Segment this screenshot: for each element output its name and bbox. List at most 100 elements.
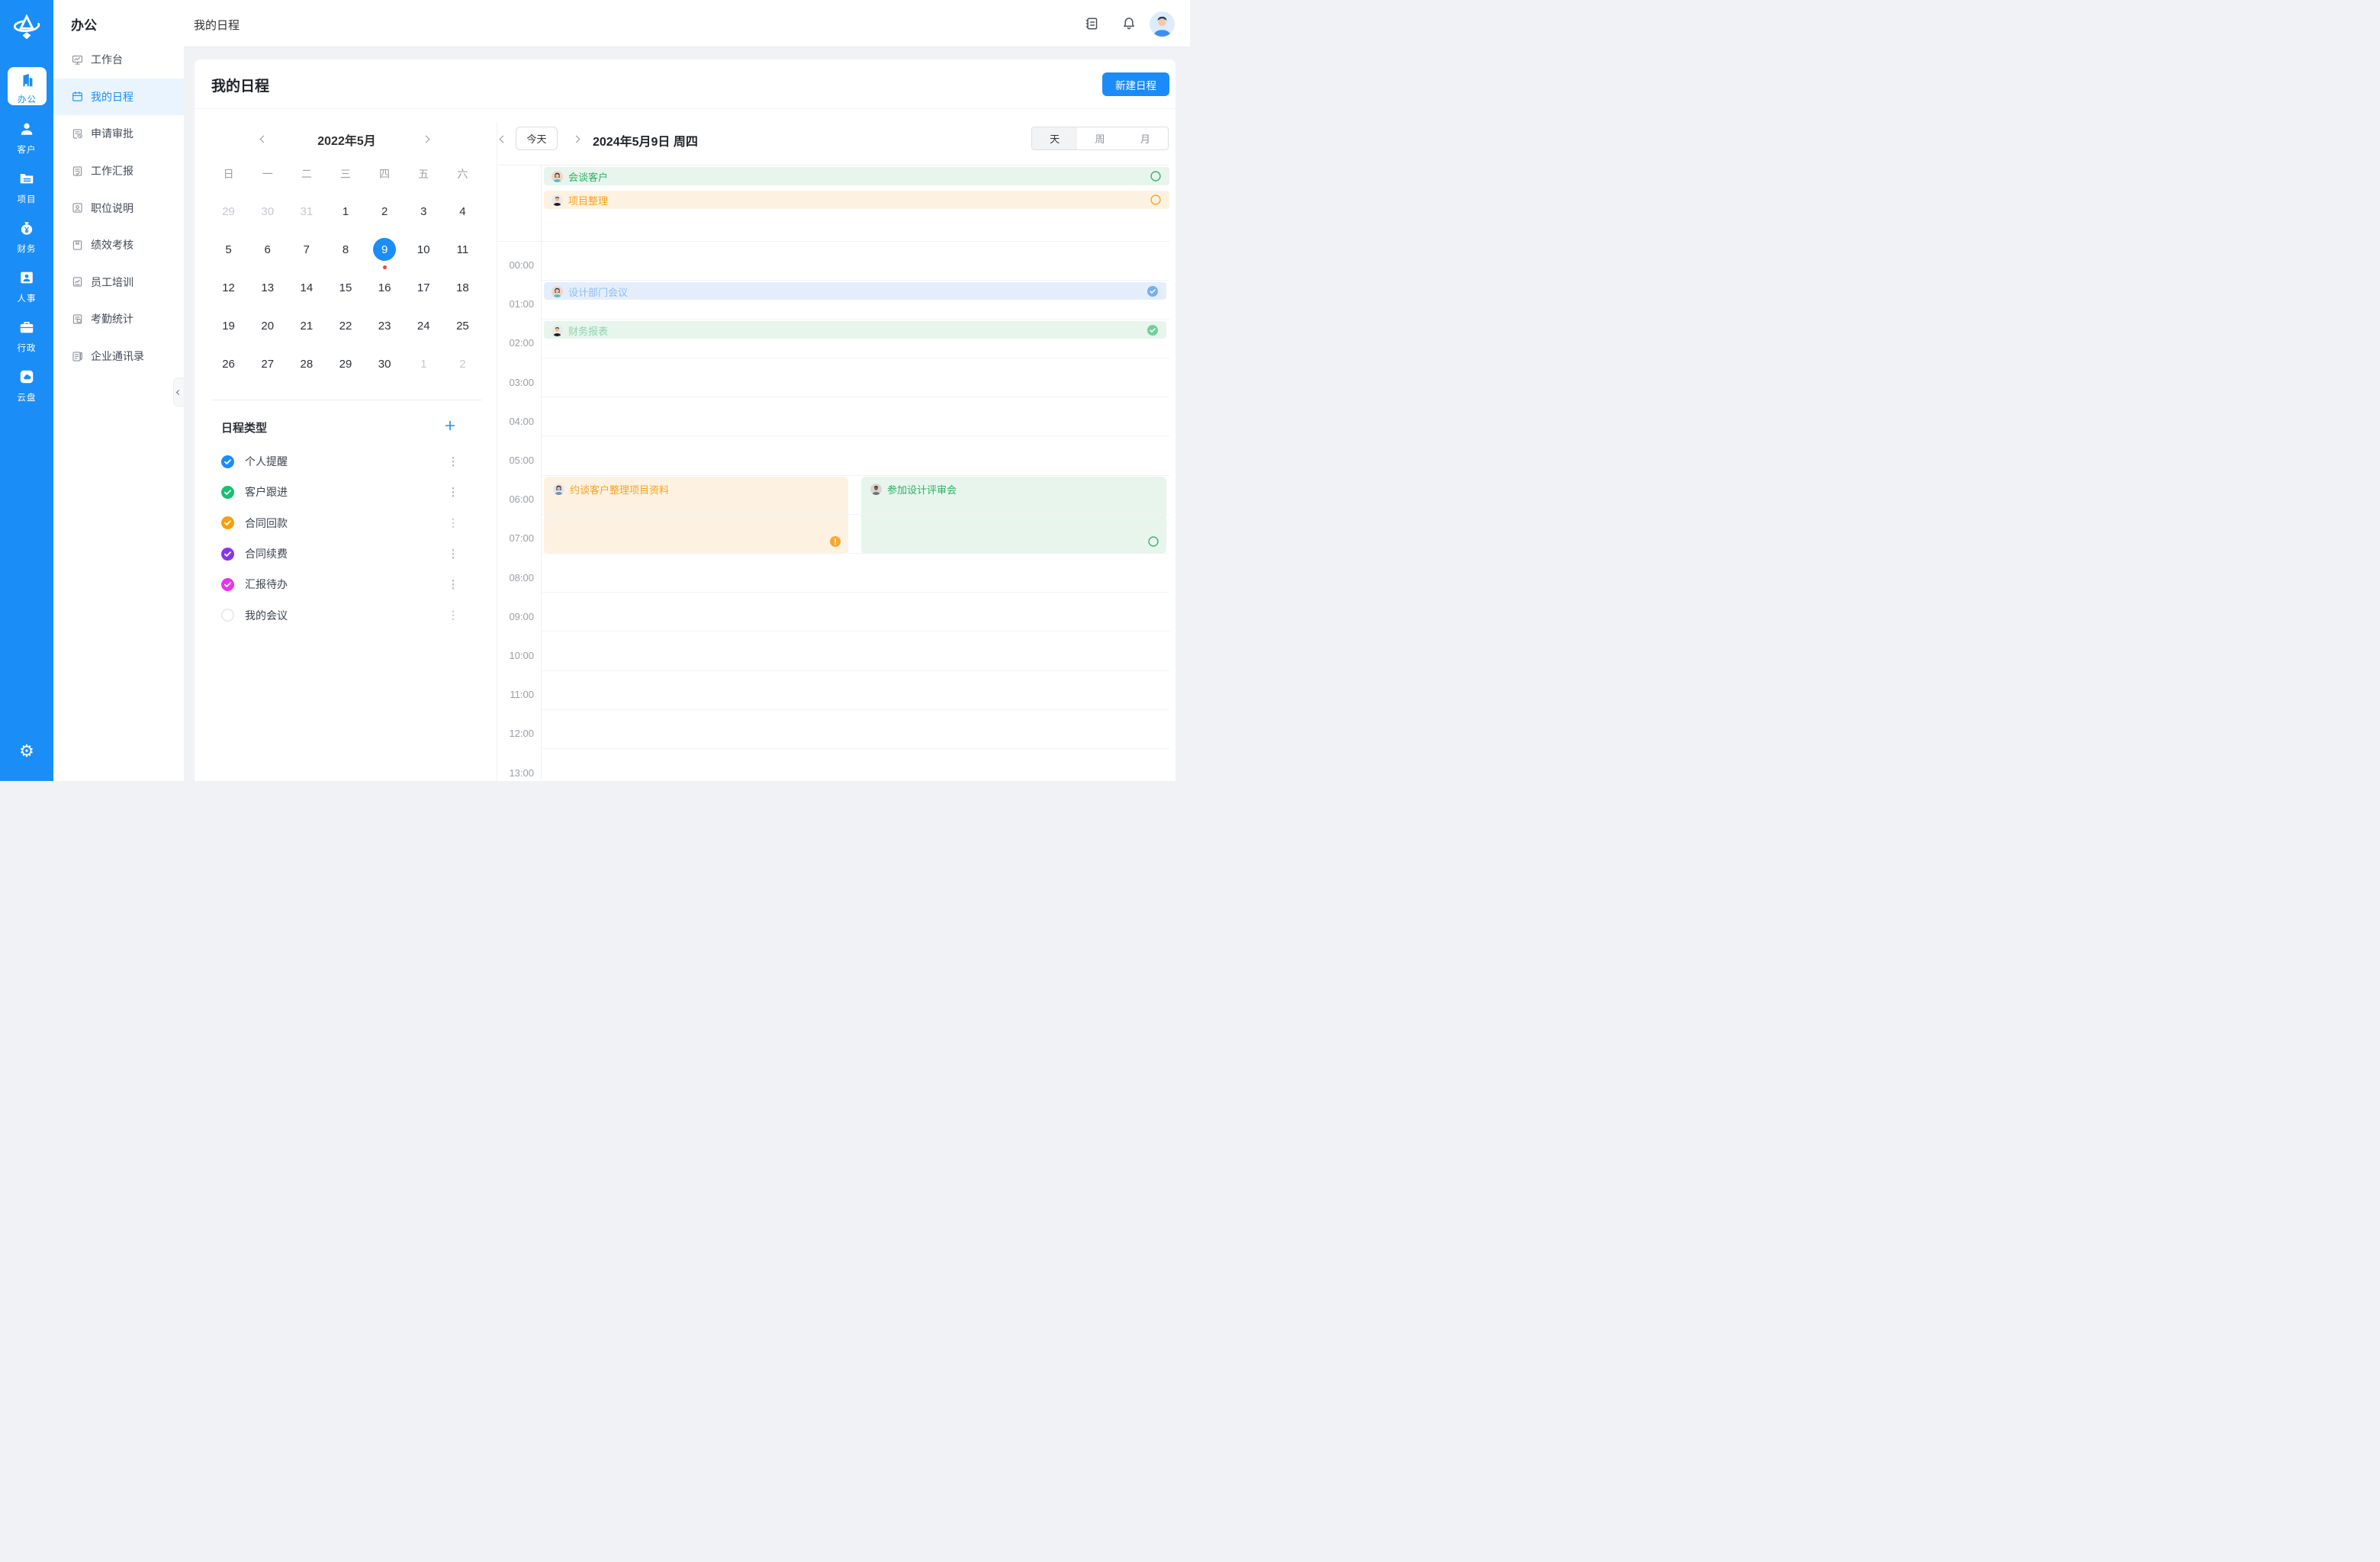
- hour-gridline: [542, 709, 1169, 710]
- allday-event[interactable]: 会谈客户: [544, 167, 1169, 185]
- today-button[interactable]: 今天: [516, 127, 558, 150]
- view-tab-周[interactable]: 周: [1077, 127, 1122, 149]
- notification-bell-icon[interactable]: [1121, 16, 1137, 31]
- sidebar-item-企业通讯录[interactable]: 企业通讯录: [53, 338, 184, 375]
- calendar-day[interactable]: 4: [443, 192, 482, 230]
- calendar-day[interactable]: 16: [365, 268, 404, 307]
- calendar-day[interactable]: 30: [365, 345, 404, 383]
- hour-gridline: [542, 319, 1169, 320]
- calendar-day[interactable]: 3: [404, 192, 443, 230]
- page-title: 我的日程: [211, 75, 269, 95]
- calendar-day[interactable]: 1: [404, 345, 443, 383]
- next-day-button[interactable]: [570, 133, 582, 145]
- timed-event[interactable]: 约谈客户整理项目资料: [544, 477, 848, 554]
- calendar-icon: [71, 90, 84, 103]
- sidebar-item-职位说明[interactable]: 职位说明: [53, 189, 184, 227]
- settings-gear-icon[interactable]: ⚙: [0, 741, 53, 761]
- attendance-icon: [71, 313, 84, 326]
- calendar-day[interactable]: 14: [287, 268, 326, 307]
- calendar-day[interactable]: 17: [404, 268, 443, 307]
- calendar-day[interactable]: 11: [443, 230, 482, 268]
- event-status-icon[interactable]: [830, 536, 841, 547]
- event-status-icon[interactable]: [1150, 194, 1161, 205]
- weekday-label: 六: [443, 166, 482, 182]
- type-checkbox[interactable]: [221, 548, 234, 561]
- type-menu-icon[interactable]: [450, 547, 457, 561]
- calendar-day[interactable]: 7: [287, 230, 326, 268]
- hour-label: 01:00: [497, 298, 534, 310]
- prev-day-button[interactable]: [497, 133, 509, 145]
- calendar-day[interactable]: 12: [209, 268, 248, 307]
- type-menu-icon[interactable]: [450, 485, 457, 500]
- type-checkbox[interactable]: [221, 455, 234, 468]
- schedule-list-icon[interactable]: [1084, 16, 1099, 31]
- calendar-day[interactable]: 20: [248, 307, 287, 345]
- new-event-button[interactable]: 新建日程: [1102, 72, 1169, 96]
- type-menu-icon[interactable]: [450, 516, 457, 530]
- calendar-day[interactable]: 23: [365, 307, 404, 345]
- type-checkbox[interactable]: [221, 609, 234, 622]
- calendar-day-selected[interactable]: 9: [365, 230, 404, 268]
- add-type-button[interactable]: [444, 419, 456, 432]
- event-status-icon[interactable]: [1150, 171, 1161, 182]
- avatar: [552, 194, 563, 206]
- calendar-day[interactable]: 26: [209, 345, 248, 383]
- calendar-day[interactable]: 22: [326, 307, 365, 345]
- calendar-day[interactable]: 6: [248, 230, 287, 268]
- calendar-day[interactable]: 29: [326, 345, 365, 383]
- sidebar-item-申请审批[interactable]: 申请审批: [53, 115, 184, 153]
- calendar-day[interactable]: 25: [443, 307, 482, 345]
- sidebar-item-考勤统计[interactable]: 考勤统计: [53, 301, 184, 338]
- sidebar-item-员工培训[interactable]: 员工培训: [53, 264, 184, 301]
- rail-item-云盘[interactable]: 云盘: [0, 368, 53, 403]
- sidebar-item-绩效考核[interactable]: 绩效考核: [53, 227, 184, 264]
- type-menu-icon[interactable]: [450, 608, 457, 622]
- calendar-day[interactable]: 29: [209, 192, 248, 230]
- rail-item-行政[interactable]: 行政: [0, 319, 53, 354]
- type-checkbox[interactable]: [221, 516, 234, 529]
- view-tab-月[interactable]: 月: [1123, 127, 1168, 149]
- calendar-day[interactable]: 28: [287, 345, 326, 383]
- type-menu-icon[interactable]: [450, 577, 457, 592]
- calendar-day[interactable]: 2: [365, 192, 404, 230]
- calendar-day[interactable]: 27: [248, 345, 287, 383]
- type-checkbox[interactable]: [221, 486, 234, 499]
- type-menu-icon[interactable]: [450, 455, 457, 469]
- rail-item-客户[interactable]: 客户: [0, 121, 53, 156]
- allday-event[interactable]: 项目整理: [544, 191, 1169, 209]
- calendar-day[interactable]: 18: [443, 268, 482, 307]
- calendar-day[interactable]: 30: [248, 192, 287, 230]
- calendar-day[interactable]: 15: [326, 268, 365, 307]
- timed-event[interactable]: 设计部门会议: [544, 282, 1166, 300]
- calendar-day[interactable]: 13: [248, 268, 287, 307]
- calendar-day[interactable]: 21: [287, 307, 326, 345]
- sidebar-item-工作台[interactable]: 工作台: [53, 41, 184, 79]
- calendar-day[interactable]: 31: [287, 192, 326, 230]
- rail-item-项目[interactable]: 项目: [0, 170, 53, 205]
- sidebar-item-我的日程[interactable]: 我的日程: [53, 79, 184, 116]
- timed-event[interactable]: 财务报表: [544, 321, 1166, 339]
- event-status-icon[interactable]: [1147, 286, 1158, 297]
- calendar-day[interactable]: 8: [326, 230, 365, 268]
- sidebar-collapse-button[interactable]: [173, 378, 184, 407]
- rail-item-财务[interactable]: 财务: [0, 220, 53, 255]
- hour-gridline: [542, 553, 1169, 554]
- approval-icon: [71, 127, 84, 140]
- sidebar-item-工作汇报[interactable]: 工作汇报: [53, 153, 184, 190]
- user-avatar[interactable]: [1150, 11, 1175, 37]
- type-checkbox[interactable]: [221, 578, 234, 591]
- calendar-day[interactable]: 5: [209, 230, 248, 268]
- calendar-day[interactable]: 24: [404, 307, 443, 345]
- event-status-icon[interactable]: [1147, 325, 1158, 336]
- weekday-label: 五: [404, 166, 443, 182]
- event-status-icon[interactable]: [1148, 536, 1159, 547]
- view-tab-天[interactable]: 天: [1032, 127, 1077, 149]
- rail-item-人事[interactable]: 人事: [0, 269, 53, 304]
- calendar-day[interactable]: 19: [209, 307, 248, 345]
- calendar-day[interactable]: 1: [326, 192, 365, 230]
- timed-event[interactable]: 参加设计评审会: [861, 477, 1166, 554]
- next-month-button[interactable]: [420, 133, 432, 145]
- calendar-day[interactable]: 2: [443, 345, 482, 383]
- rail-item-办公[interactable]: 办公: [8, 67, 47, 105]
- calendar-day[interactable]: 10: [404, 230, 443, 268]
